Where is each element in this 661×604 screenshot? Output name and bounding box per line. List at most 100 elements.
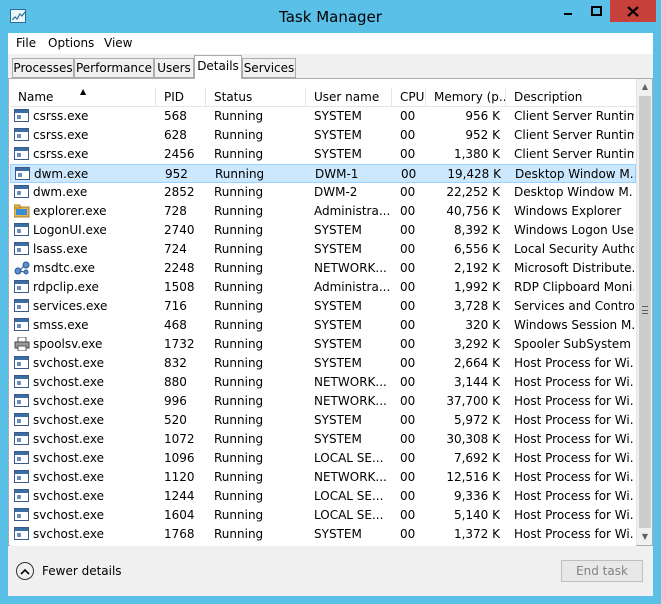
fewer-details-label: Fewer details: [42, 564, 122, 578]
cell-status: Running: [214, 318, 264, 332]
cell-cpu: 00: [400, 394, 416, 408]
process-name: svchost.exe: [33, 451, 104, 465]
menu-file[interactable]: File: [16, 36, 36, 50]
scroll-up-arrow-icon[interactable]: ▲: [637, 79, 653, 95]
column-header-memory[interactable]: Memory (p...: [426, 88, 506, 107]
cell-name: dwm.exe: [11, 165, 157, 184]
table-row[interactable]: svchost.exe 1096 Running LOCAL SE... 00 7,692…: [10, 449, 636, 468]
end-task-button[interactable]: End task: [561, 560, 643, 582]
table-row[interactable]: dwm.exe 952 Running DWM-1 00 19,428 K Desktop …: [10, 164, 636, 183]
cell-cpu: 00: [400, 375, 416, 389]
table-row[interactable]: svchost.exe 996 Running NETWORK... 00 37,700 …: [10, 392, 636, 411]
process-name: smss.exe: [33, 318, 89, 332]
table-row[interactable]: svchost.exe 1120 Running NETWORK... 00 12,516…: [10, 468, 636, 487]
table-row[interactable]: csrss.exe 568 Running SYSTEM 00 956 K Client S…: [10, 107, 636, 126]
table-row[interactable]: svchost.exe 520 Running SYSTEM 00 5,972 K Host…: [10, 411, 636, 430]
cell-name: svchost.exe: [10, 430, 156, 449]
cell-name: rdpclip.exe: [10, 278, 156, 297]
close-button[interactable]: [610, 0, 656, 22]
column-header-description[interactable]: Description: [506, 88, 636, 107]
cell-name: spoolsv.exe: [10, 335, 156, 354]
maximize-button[interactable]: [582, 0, 610, 22]
cell-memory: 9,336 K: [453, 489, 500, 503]
table-row[interactable]: lsass.exe 724 Running SYSTEM 00 6,556 K Local …: [10, 240, 636, 259]
exe-icon: [14, 147, 30, 161]
cell-user: SYSTEM: [314, 147, 362, 161]
table-row[interactable]: msdtc.exe 2248 Running NETWORK... 00 2,192 K M…: [10, 259, 636, 278]
table-row[interactable]: svchost.exe 1768 Running SYSTEM 00 1,372 K Hos…: [10, 525, 636, 544]
menu-options[interactable]: Options: [48, 36, 94, 50]
exe-icon: [14, 318, 30, 332]
cell-user: SYSTEM: [314, 109, 362, 123]
table-row[interactable]: svchost.exe 880 Running NETWORK... 00 3,144 K…: [10, 373, 636, 392]
cell-name: csrss.exe: [10, 145, 156, 164]
details-panel: Name ▲ PID Status User name CPU Memory (…: [8, 78, 653, 546]
cell-cpu: 00: [400, 109, 416, 123]
fewer-details-button[interactable]: Fewer details: [16, 560, 122, 582]
table-row[interactable]: svchost.exe 1244 Running LOCAL SE... 00 9,336…: [10, 487, 636, 506]
column-header-cpu[interactable]: CPU: [392, 88, 426, 107]
tab-users[interactable]: Users: [154, 58, 194, 78]
scroll-down-arrow-icon[interactable]: ▼: [637, 529, 653, 545]
cell-status: Running: [214, 147, 264, 161]
table-row[interactable]: services.exe 716 Running SYSTEM 00 3,728 K Ser…: [10, 297, 636, 316]
column-header-pid[interactable]: PID: [156, 88, 206, 107]
minimize-button[interactable]: [554, 0, 582, 22]
column-header-user-name[interactable]: User name: [306, 88, 392, 107]
cell-name: svchost.exe: [10, 468, 156, 487]
cell-status: Running: [214, 356, 264, 370]
table-row[interactable]: rdpclip.exe 1508 Running Administra... 00 1,9…: [10, 278, 636, 297]
cell-status: Running: [214, 375, 264, 389]
table-row[interactable]: LogonUI.exe 2740 Running SYSTEM 00 8,392 K Win…: [10, 221, 636, 240]
cell-cpu: 00: [400, 318, 416, 332]
cell-name: dwm.exe: [10, 183, 156, 202]
exe-icon: [14, 489, 30, 503]
cell-user: NETWORK...: [314, 470, 387, 484]
menu-view[interactable]: View: [104, 36, 132, 50]
cell-pid: 952: [165, 167, 188, 181]
cell-user: SYSTEM: [314, 337, 362, 351]
cell-description: Host Process for Wi...: [514, 413, 634, 427]
cell-user: SYSTEM: [314, 413, 362, 427]
exe-icon: [14, 375, 30, 389]
title-bar[interactable]: Task Manager: [0, 0, 661, 33]
cell-memory: 2,192 K: [453, 261, 500, 275]
process-name: LogonUI.exe: [33, 223, 107, 237]
cell-pid: 1604: [164, 508, 195, 522]
tab-services[interactable]: Services: [242, 58, 296, 78]
table-row[interactable]: spoolsv.exe 1732 Running SYSTEM 00 3,292 K Spo…: [10, 335, 636, 354]
process-name: svchost.exe: [33, 508, 104, 522]
cell-pid: 728: [164, 204, 187, 218]
cell-memory: 2,664 K: [453, 356, 500, 370]
cell-pid: 716: [164, 299, 187, 313]
process-name: svchost.exe: [33, 356, 104, 370]
table-row[interactable]: dwm.exe 2852 Running DWM-2 00 22,252 K Desktop…: [10, 183, 636, 202]
cell-user: Administra...: [314, 280, 391, 294]
column-header-name[interactable]: Name ▲: [10, 88, 156, 107]
table-row[interactable]: svchost.exe 1604 Running LOCAL SE... 00 5,140…: [10, 506, 636, 525]
table-row[interactable]: svchost.exe 1072 Running SYSTEM 00 30,308 K Ho…: [10, 430, 636, 449]
table-row[interactable]: svchost.exe 832 Running SYSTEM 00 2,664 K Host…: [10, 354, 636, 373]
cell-memory: 956 K: [465, 109, 500, 123]
table-row[interactable]: smss.exe 468 Running SYSTEM 00 320 K Windows S…: [10, 316, 636, 335]
cell-status: Running: [214, 204, 264, 218]
table-row[interactable]: csrss.exe 628 Running SYSTEM 00 952 K Client S…: [10, 126, 636, 145]
table-row[interactable]: explorer.exe 728 Running Administra... 00 40,…: [10, 202, 636, 221]
cell-memory: 37,700 K: [446, 394, 500, 408]
cell-user: NETWORK...: [314, 394, 387, 408]
vertical-scrollbar[interactable]: ▲ ▼: [636, 79, 652, 545]
tab-processes[interactable]: Processes: [12, 58, 74, 78]
table-header: Name ▲ PID Status User name CPU Memory (…: [10, 88, 636, 107]
scroll-thumb[interactable]: [639, 96, 651, 528]
table-row[interactable]: csrss.exe 2456 Running SYSTEM 00 1,380 K Clien…: [10, 145, 636, 164]
cell-user: NETWORK...: [314, 261, 387, 275]
cell-description: Client Server Runtim...: [514, 128, 634, 142]
column-header-status[interactable]: Status: [206, 88, 306, 107]
tab-performance[interactable]: Performance: [74, 58, 154, 78]
folder-icon: [13, 204, 30, 218]
cell-status: Running: [215, 167, 265, 181]
cell-cpu: 00: [400, 242, 416, 256]
cell-cpu: 00: [401, 167, 417, 181]
tab-details[interactable]: Details: [194, 55, 242, 79]
tab-strip: Processes Performance Users Details Serv…: [8, 55, 653, 79]
